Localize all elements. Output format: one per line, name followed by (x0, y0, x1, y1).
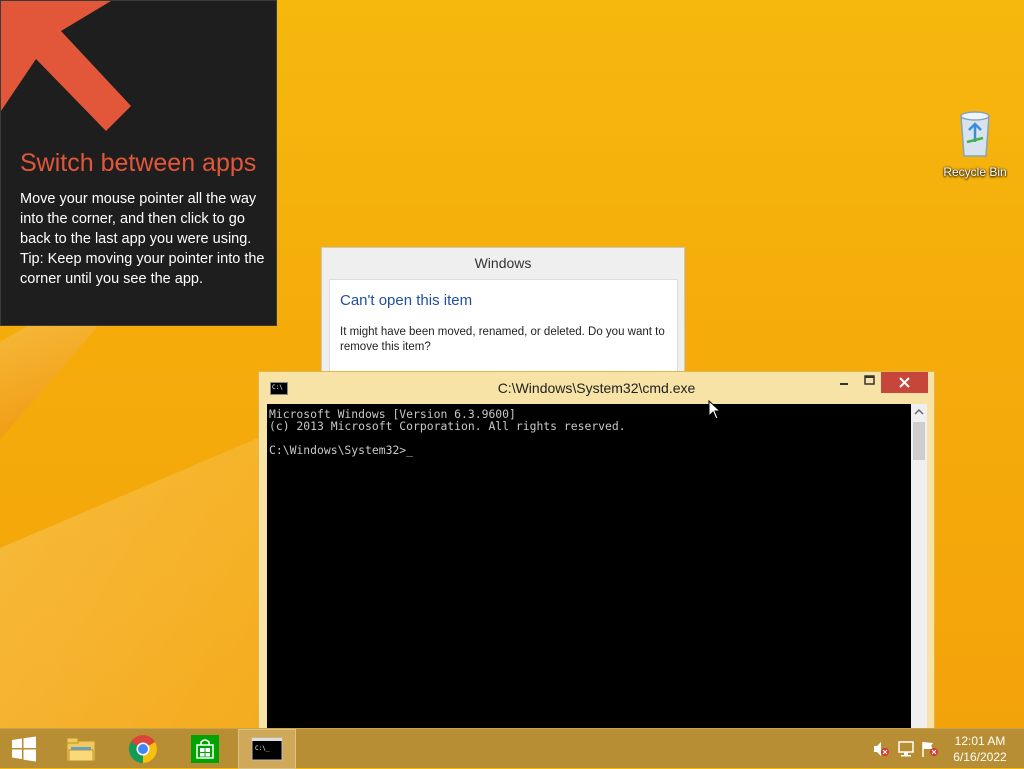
close-button[interactable] (881, 372, 928, 393)
corner-arrow-icon (1, 1, 131, 131)
dialog-title: Windows (474, 255, 532, 271)
tip-panel: Switch between apps Move your mouse poin… (0, 0, 277, 326)
action-center-icon (922, 742, 938, 757)
cmd-scrollbar[interactable] (911, 404, 927, 734)
wallpaper-shape (0, 420, 300, 740)
svg-text:C:\_: C:\_ (255, 745, 270, 752)
error-dialog: Windows Can't open this item It might ha… (321, 247, 685, 372)
taskbar-chrome[interactable] (114, 729, 172, 769)
taskbar-file-explorer[interactable] (52, 729, 110, 769)
tip-body: Move your mouse pointer all the way into… (20, 189, 265, 289)
volume-muted-icon (874, 742, 889, 756)
tray-network[interactable] (897, 729, 917, 769)
taskbar-store[interactable] (176, 729, 234, 769)
maximize-button[interactable] (857, 372, 883, 393)
mouse-cursor-icon (708, 400, 722, 420)
chevron-up-icon (914, 408, 924, 415)
taskbar: C:\_ 12:01 AM 6/16/2022 (0, 728, 1024, 769)
tip-description: Move your mouse pointer all the way into… (20, 191, 257, 247)
clock-date: 6/16/2022 (953, 750, 1007, 764)
chrome-icon (129, 735, 157, 763)
console-line: (c) 2013 Microsoft Corporation. All righ… (269, 419, 626, 433)
dialog-message: It might have been moved, renamed, or de… (340, 326, 665, 353)
minimize-icon (840, 383, 848, 385)
minimize-button[interactable] (831, 372, 857, 393)
dialog-body: Can't open this item It might have been … (329, 279, 678, 371)
recycle-bin-label: Recycle Bin (943, 165, 1007, 179)
tip-hint: Tip: Keep moving your pointer into the c… (20, 251, 265, 287)
cmd-console[interactable]: Microsoft Windows [Version 6.3.9600] (c) … (267, 404, 911, 734)
cmd-icon: C:\_ (251, 737, 283, 761)
scroll-up-button[interactable] (911, 404, 927, 420)
dialog-heading: Can't open this item (340, 292, 473, 309)
windows-logo-icon (12, 736, 36, 762)
taskbar-cmd[interactable]: C:\_ (238, 729, 296, 769)
cmd-titlebar[interactable]: C:\ C:\Windows\System32\cmd.exe (259, 372, 934, 404)
tray-volume[interactable] (872, 729, 890, 769)
console-prompt: C:\Windows\System32>_ (269, 443, 414, 457)
recycle-bin[interactable]: Recycle Bin (940, 108, 1010, 179)
network-icon (898, 741, 914, 757)
cmd-window[interactable]: C:\ C:\Windows\System32\cmd.exe Microsof… (258, 371, 935, 734)
taskbar-clock[interactable]: 12:01 AM 6/16/2022 (944, 733, 1016, 765)
start-button[interactable] (0, 729, 48, 769)
maximize-icon (864, 375, 875, 385)
recycle-bin-icon (960, 111, 990, 157)
scroll-thumb[interactable] (913, 422, 925, 460)
tip-title: Switch between apps (20, 149, 257, 177)
close-icon (899, 377, 910, 388)
store-icon (191, 735, 219, 763)
tray-action-center[interactable] (920, 729, 940, 769)
folder-icon (66, 737, 96, 762)
clock-time: 12:01 AM (954, 734, 1006, 748)
